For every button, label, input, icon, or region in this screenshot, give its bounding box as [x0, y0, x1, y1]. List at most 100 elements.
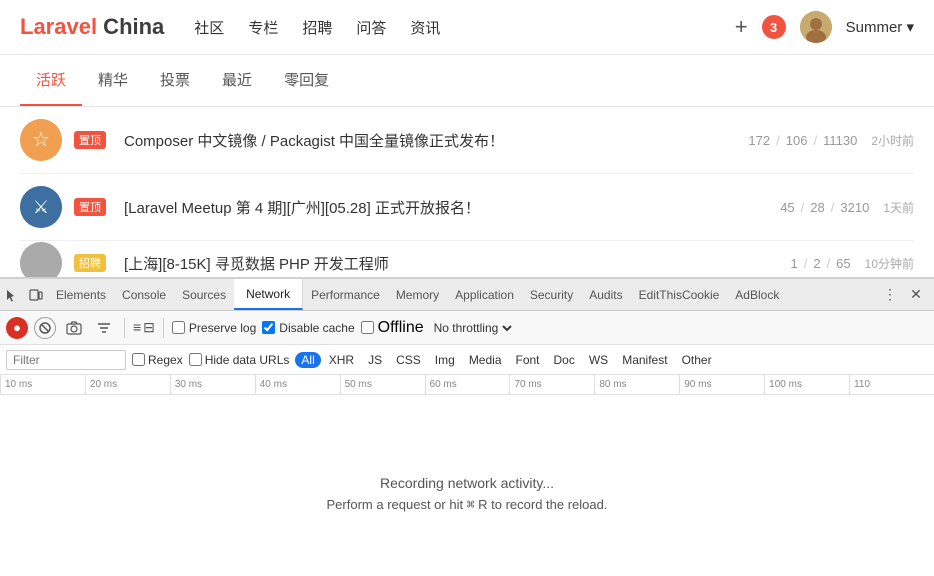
filter-tag-all[interactable]: All — [295, 352, 320, 368]
notification-badge[interactable]: 3 — [762, 15, 786, 39]
application-tab[interactable]: Application — [447, 283, 522, 307]
disable-cache-group[interactable]: Disable cache — [262, 321, 354, 335]
avatar[interactable] — [800, 11, 832, 43]
timeline-mark-110: 110 — [849, 375, 934, 394]
timeline-ruler: 10 ms 20 ms 30 ms 40 ms 50 ms 60 ms 70 m… — [0, 375, 934, 395]
performance-tab[interactable]: Performance — [303, 283, 388, 307]
nav-link-jobs[interactable]: 招聘 — [302, 17, 332, 38]
disable-cache-checkbox[interactable] — [262, 321, 275, 334]
timeline-mark-80: 80 ms — [594, 375, 679, 394]
post-time: 1天前 — [883, 199, 914, 216]
badge-job: 招聘 — [74, 254, 106, 272]
throttle-select[interactable]: No throttling — [430, 320, 515, 336]
post-stats: 1 / 2 / 65 10分钟前 — [790, 255, 914, 272]
adblock-tab[interactable]: AdBlock — [727, 283, 787, 307]
camera-icon[interactable] — [62, 316, 86, 340]
list-item: ⚔ 置顶 [Laravel Meetup 第 4 期][广州][05.28] 正… — [20, 174, 914, 241]
stat-replies: 28 — [810, 200, 824, 215]
post-title[interactable]: Composer 中文镜像 / Packagist 中国全量镜像正式发布！ — [124, 130, 736, 151]
add-button[interactable]: + — [735, 14, 748, 40]
logo: Laravel China — [20, 14, 164, 40]
badge-top: 置顶 — [74, 198, 106, 216]
user-menu[interactable]: Summer ▾ — [846, 18, 914, 36]
record-button[interactable]: ● — [6, 317, 28, 339]
keyboard-shortcut: ⌘ — [467, 498, 475, 513]
filter-tag-font[interactable]: Font — [510, 352, 546, 368]
tab-recent[interactable]: 最近 — [206, 55, 268, 106]
badge-top: 置顶 — [74, 131, 106, 149]
recording-status: Recording network activity... — [380, 475, 554, 491]
filter-tag-xhr[interactable]: XHR — [323, 352, 360, 368]
nav-link-qa[interactable]: 问答 — [356, 17, 386, 38]
filter-icon[interactable] — [92, 316, 116, 340]
stat-reads: 11130 — [823, 133, 857, 148]
offline-group: Offline — [361, 319, 424, 337]
list-view-icon[interactable]: ≡ — [133, 319, 141, 336]
post-stats: 45 / 28 / 3210 1天前 — [780, 199, 914, 216]
timeline-mark-40: 40 ms — [255, 375, 340, 394]
close-devtools-icon[interactable]: ✕ — [904, 283, 928, 307]
tab-featured[interactable]: 精华 — [82, 55, 144, 106]
hide-data-check[interactable]: Hide data URLs — [189, 353, 290, 367]
memory-tab[interactable]: Memory — [388, 283, 447, 307]
stat-reads: 3210 — [840, 200, 869, 215]
preserve-log-group[interactable]: Preserve log — [172, 321, 256, 335]
hide-data-checkbox[interactable] — [189, 353, 202, 366]
filter-tag-img[interactable]: Img — [429, 352, 461, 368]
preserve-log-checkbox[interactable] — [172, 321, 185, 334]
filter-tag-js[interactable]: JS — [362, 352, 388, 368]
clear-button[interactable] — [34, 317, 56, 339]
avatar: ☆ — [20, 119, 62, 161]
filter-tag-manifest[interactable]: Manifest — [616, 352, 673, 368]
filter-tag-other[interactable]: Other — [676, 352, 718, 368]
post-title[interactable]: [上海][8-15K] 寻觅数据 PHP 开发工程师 — [124, 253, 778, 274]
devtools-tabs: Elements Console Sources Network Perform… — [0, 279, 934, 311]
disable-cache-label: Disable cache — [279, 321, 354, 335]
post-time: 10分钟前 — [865, 255, 914, 272]
nav-link-community[interactable]: 社区 — [194, 17, 224, 38]
svg-text:⚔: ⚔ — [33, 197, 49, 217]
tab-vote[interactable]: 投票 — [144, 55, 206, 106]
timeline-area: 10 ms 20 ms 30 ms 40 ms 50 ms 60 ms 70 m… — [0, 375, 934, 455]
nav-link-news[interactable]: 资讯 — [410, 17, 440, 38]
recording-area: Recording network activity... Perform a … — [0, 455, 934, 529]
elements-tab[interactable]: Elements — [48, 283, 114, 307]
network-tab[interactable]: Network — [234, 279, 303, 310]
timeline-mark-70: 70 ms — [509, 375, 594, 394]
group-view-icon[interactable]: ⊟ — [143, 319, 155, 336]
regex-checkbox[interactable] — [132, 353, 145, 366]
device-icon[interactable] — [24, 283, 48, 307]
timeline-mark-50: 50 ms — [340, 375, 425, 394]
nav-link-column[interactable]: 专栏 — [248, 17, 278, 38]
list-item: ☆ 置顶 Composer 中文镜像 / Packagist 中国全量镜像正式发… — [20, 107, 914, 174]
filter-tag-ws[interactable]: WS — [583, 352, 614, 368]
post-title[interactable]: [Laravel Meetup 第 4 期][广州][05.28] 正式开放报名… — [124, 197, 768, 218]
filter-bar: Regex Hide data URLs All XHR JS CSS Img … — [0, 345, 934, 375]
regex-check[interactable]: Regex — [132, 353, 183, 367]
timeline-mark-60: 60 ms — [425, 375, 510, 394]
filter-input[interactable] — [6, 350, 126, 370]
audits-tab[interactable]: Audits — [581, 283, 630, 307]
console-tab[interactable]: Console — [114, 283, 174, 307]
filter-tag-css[interactable]: CSS — [390, 352, 427, 368]
content-tabs: 活跃 精华 投票 最近 零回复 — [0, 55, 934, 107]
stat-replies: 106 — [786, 133, 808, 148]
recording-hint-suffix: R to record the reload. — [475, 497, 608, 512]
offline-label: Offline — [378, 319, 424, 337]
list-item: 招聘 [上海][8-15K] 寻觅数据 PHP 开发工程师 1 / 2 / 65… — [20, 241, 914, 277]
sources-tab[interactable]: Sources — [174, 283, 234, 307]
logo-laravel: Laravel — [20, 14, 97, 39]
timeline-body — [0, 395, 934, 455]
tab-no-reply[interactable]: 零回复 — [268, 55, 345, 106]
cursor-icon[interactable] — [0, 283, 24, 307]
filter-tag-doc[interactable]: Doc — [548, 352, 581, 368]
nav-right: + 3 Summer ▾ — [735, 11, 914, 43]
nav-links: 社区 专栏 招聘 问答 资讯 — [194, 17, 440, 38]
filter-tag-media[interactable]: Media — [463, 352, 508, 368]
more-options-icon[interactable]: ⋮ — [878, 283, 902, 307]
timeline-mark-20: 20 ms — [85, 375, 170, 394]
offline-checkbox[interactable] — [361, 321, 374, 334]
editthiscookie-tab[interactable]: EditThisCookie — [631, 283, 728, 307]
security-tab[interactable]: Security — [522, 283, 581, 307]
tab-active[interactable]: 活跃 — [20, 55, 82, 106]
